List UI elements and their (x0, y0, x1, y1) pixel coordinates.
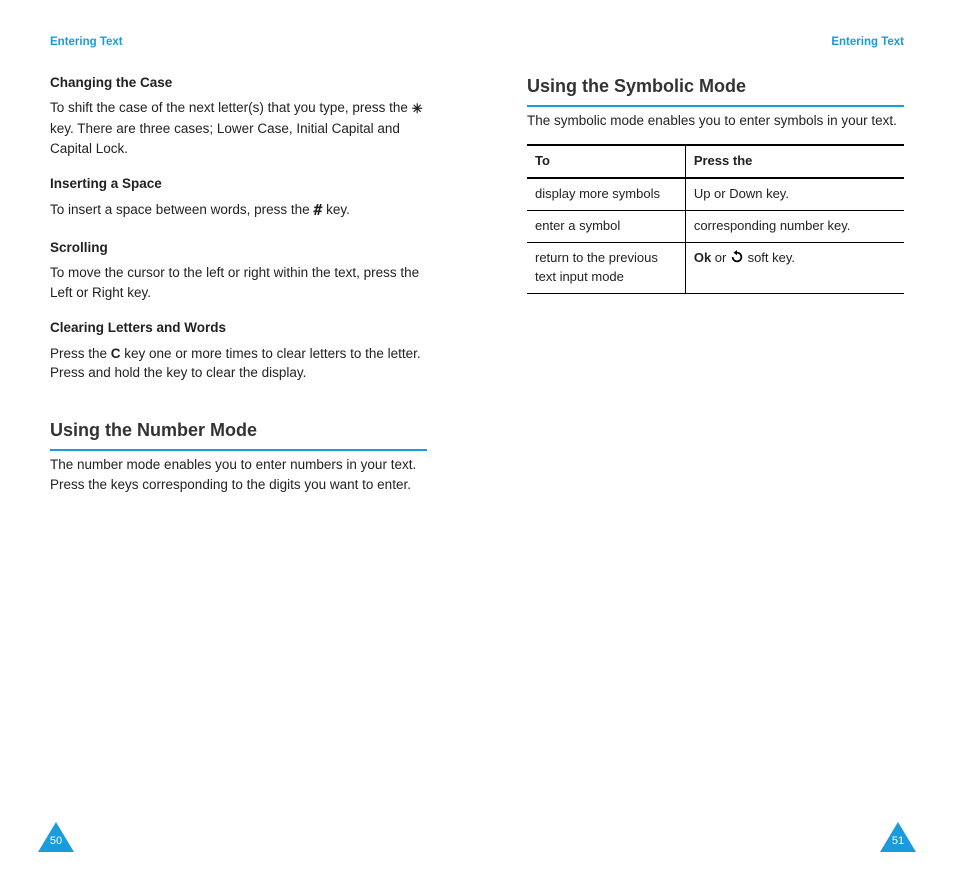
section-number-mode-title: Using the Number Mode (50, 417, 427, 451)
table-header-row: To Press the (527, 145, 904, 178)
subhead-changing-case: Changing the Case (50, 73, 427, 93)
cell: return to the previous text input mode (527, 242, 685, 293)
symbolic-mode-table: To Press the display more symbols Up or … (527, 144, 904, 293)
text: To shift the case of the next letter(s) … (50, 100, 412, 115)
page-left: Entering Text Changing the Case To shift… (0, 0, 477, 876)
text: To insert a space between words, press t… (50, 202, 313, 217)
star-key-icon (412, 99, 423, 119)
para-clearing: Press the C key one or more times to cle… (50, 344, 427, 383)
table-row: enter a symbol corresponding number key. (527, 211, 904, 243)
table-row: display more symbols Up or Down key. (527, 178, 904, 210)
section-number-mode-text: The number mode enables you to enter num… (50, 455, 427, 494)
cell: corresponding number key. (685, 211, 904, 243)
document-spread: Entering Text Changing the Case To shift… (0, 0, 954, 876)
section-symbolic-mode-title: Using the Symbolic Mode (527, 73, 904, 107)
running-header-right: Entering Text (527, 34, 904, 51)
para-inserting-space: To insert a space between words, press t… (50, 200, 427, 222)
section-symbolic-mode-text: The symbolic mode enables you to enter s… (527, 111, 904, 131)
page-right: Entering Text Using the Symbolic Mode Th… (477, 0, 954, 876)
para-changing-case: To shift the case of the next letter(s) … (50, 98, 427, 158)
ok-key: Ok (694, 250, 711, 265)
cell: enter a symbol (527, 211, 685, 243)
page-number-right: 51 (880, 834, 916, 850)
back-arrow-icon (730, 250, 744, 264)
para-scrolling: To move the cursor to the left or right … (50, 263, 427, 302)
subhead-scrolling: Scrolling (50, 238, 427, 258)
text: key. There are three cases; Lower Case, … (50, 121, 400, 156)
page-number-left: 50 (38, 834, 74, 850)
subhead-inserting-space: Inserting a Space (50, 174, 427, 194)
table-row: return to the previous text input mode O… (527, 242, 904, 293)
text: key. (322, 202, 350, 217)
text: soft key. (744, 250, 795, 265)
text: or (711, 250, 730, 265)
cell: Ok or soft key. (685, 242, 904, 293)
text: Press the (50, 346, 111, 361)
subhead-clearing: Clearing Letters and Words (50, 318, 427, 338)
col-press: Press the (685, 145, 904, 178)
cell: Up or Down key. (685, 178, 904, 210)
col-to: To (527, 145, 685, 178)
c-key: C (111, 346, 121, 361)
cell: display more symbols (527, 178, 685, 210)
running-header-left: Entering Text (50, 34, 427, 51)
